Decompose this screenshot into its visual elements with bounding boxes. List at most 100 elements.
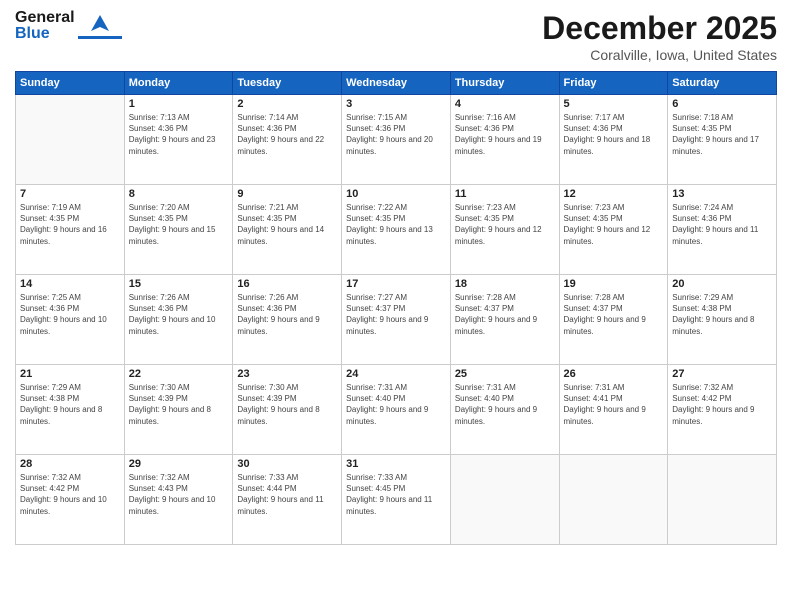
table-row: 17Sunrise: 7:27 AMSunset: 4:37 PMDayligh… [342,275,451,365]
day-info: Sunrise: 7:28 AMSunset: 4:37 PMDaylight:… [564,292,664,337]
table-row: 27 Sunrise: 7:32 AMSunset: 4:42 PMDayligh… [668,365,777,455]
day-number: 25 [455,368,555,380]
table-row: 2 Sunrise: 7:14 AMSunset: 4:36 PMDaylight… [233,95,342,185]
day-number: 7 [20,188,120,200]
table-row: 4Sunrise: 7:16 AMSunset: 4:36 PMDaylight… [450,95,559,185]
table-row: 18Sunrise: 7:28 AMSunset: 4:37 PMDayligh… [450,275,559,365]
page-title: December 2025 [542,10,777,47]
day-number: 31 [346,458,446,470]
day-info: Sunrise: 7:26 AMSunset: 4:36 PMDaylight:… [129,292,229,337]
day-number: 3 [346,98,446,110]
logo-general: General [15,10,75,26]
calendar-table: Sunday Monday Tuesday Wednesday Thursday… [15,71,777,545]
day-info: Sunrise: 7:16 AMSunset: 4:36 PMDaylight:… [455,112,555,157]
table-row [668,455,777,545]
calendar-header-row: Sunday Monday Tuesday Wednesday Thursday… [16,72,777,95]
table-row: 20 Sunrise: 7:29 AMSunset: 4:38 PMDayligh… [668,275,777,365]
day-info: Sunrise: 7:32 AMSunset: 4:42 PMDaylight:… [672,382,772,427]
day-info: Sunrise: 7:29 AMSunset: 4:38 PMDaylight:… [672,292,772,337]
table-row: 11 Sunrise: 7:23 AMSunset: 4:35 PMDayligh… [450,185,559,275]
page-subtitle: Coralville, Iowa, United States [542,47,777,63]
day-number: 2 [237,98,337,110]
day-info: Sunrise: 7:32 AMSunset: 4:42 PMDaylight:… [20,472,120,517]
day-number: 20 [672,278,772,290]
logo-underline [78,36,122,39]
day-number: 16 [237,278,337,290]
logo-text-block: General Blue [15,10,75,42]
day-info: Sunrise: 7:33 AMSunset: 4:44 PMDaylight:… [237,472,337,517]
day-number: 8 [129,188,229,200]
col-wednesday: Wednesday [342,72,451,95]
day-number: 1 [129,98,229,110]
table-row: 10 Sunrise: 7:22 AMSunset: 4:35 PMDayligh… [342,185,451,275]
day-info: Sunrise: 7:30 AMSunset: 4:39 PMDaylight:… [129,382,229,427]
table-row [559,455,668,545]
day-number: 30 [237,458,337,470]
day-info: Sunrise: 7:24 AMSunset: 4:36 PMDaylight:… [672,202,772,247]
table-row: 6 Sunrise: 7:18 AMSunset: 4:35 PMDaylight… [668,95,777,185]
logo: General Blue [15,10,122,42]
calendar-week-row: 28Sunrise: 7:32 AMSunset: 4:42 PMDayligh… [16,455,777,545]
col-friday: Friday [559,72,668,95]
table-row: 15 Sunrise: 7:26 AMSunset: 4:36 PMDayligh… [124,275,233,365]
table-row: 9Sunrise: 7:21 AMSunset: 4:35 PMDaylight… [233,185,342,275]
day-info: Sunrise: 7:30 AMSunset: 4:39 PMDaylight:… [237,382,337,427]
day-info: Sunrise: 7:29 AMSunset: 4:38 PMDaylight:… [20,382,120,427]
table-row: 5Sunrise: 7:17 AMSunset: 4:36 PMDaylight… [559,95,668,185]
table-row: 7 Sunrise: 7:19 AMSunset: 4:35 PMDaylight… [16,185,125,275]
day-info: Sunrise: 7:28 AMSunset: 4:37 PMDaylight:… [455,292,555,337]
table-row: 30 Sunrise: 7:33 AMSunset: 4:44 PMDayligh… [233,455,342,545]
day-number: 10 [346,188,446,200]
day-info: Sunrise: 7:14 AMSunset: 4:36 PMDaylight:… [237,112,337,157]
day-number: 11 [455,188,555,200]
table-row: 25Sunrise: 7:31 AMSunset: 4:40 PMDayligh… [450,365,559,455]
day-number: 27 [672,368,772,380]
table-row: 12 Sunrise: 7:23 AMSunset: 4:35 PMDayligh… [559,185,668,275]
table-row: 13Sunrise: 7:24 AMSunset: 4:36 PMDayligh… [668,185,777,275]
col-saturday: Saturday [668,72,777,95]
table-row: 1Sunrise: 7:13 AMSunset: 4:36 PMDaylight… [124,95,233,185]
table-row: 22 Sunrise: 7:30 AMSunset: 4:39 PMDayligh… [124,365,233,455]
col-sunday: Sunday [16,72,125,95]
calendar-week-row: 14Sunrise: 7:25 AMSunset: 4:36 PMDayligh… [16,275,777,365]
day-info: Sunrise: 7:27 AMSunset: 4:37 PMDaylight:… [346,292,446,337]
table-row: 8 Sunrise: 7:20 AMSunset: 4:35 PMDaylight… [124,185,233,275]
day-info: Sunrise: 7:25 AMSunset: 4:36 PMDaylight:… [20,292,120,337]
day-info: Sunrise: 7:23 AMSunset: 4:35 PMDaylight:… [455,202,555,247]
day-number: 22 [129,368,229,380]
day-number: 12 [564,188,664,200]
col-monday: Monday [124,72,233,95]
col-thursday: Thursday [450,72,559,95]
logo-icon [78,13,122,39]
table-row: 3Sunrise: 7:15 AMSunset: 4:36 PMDaylight… [342,95,451,185]
table-row: 29Sunrise: 7:32 AMSunset: 4:43 PMDayligh… [124,455,233,545]
day-info: Sunrise: 7:23 AMSunset: 4:35 PMDaylight:… [564,202,664,247]
day-info: Sunrise: 7:33 AMSunset: 4:45 PMDaylight:… [346,472,446,517]
logo-svg-icon [89,13,111,35]
day-number: 6 [672,98,772,110]
calendar-week-row: 1Sunrise: 7:13 AMSunset: 4:36 PMDaylight… [16,95,777,185]
calendar-week-row: 21Sunrise: 7:29 AMSunset: 4:38 PMDayligh… [16,365,777,455]
page: General Blue December 2025 Coralville, I… [0,0,792,612]
day-number: 15 [129,278,229,290]
table-row: 21Sunrise: 7:29 AMSunset: 4:38 PMDayligh… [16,365,125,455]
day-info: Sunrise: 7:32 AMSunset: 4:43 PMDaylight:… [129,472,229,517]
day-info: Sunrise: 7:19 AMSunset: 4:35 PMDaylight:… [20,202,120,247]
table-row: 23 Sunrise: 7:30 AMSunset: 4:39 PMDayligh… [233,365,342,455]
day-info: Sunrise: 7:31 AMSunset: 4:41 PMDaylight:… [564,382,664,427]
day-number: 9 [237,188,337,200]
table-row: 26 Sunrise: 7:31 AMSunset: 4:41 PMDayligh… [559,365,668,455]
day-info: Sunrise: 7:20 AMSunset: 4:35 PMDaylight:… [129,202,229,247]
day-info: Sunrise: 7:18 AMSunset: 4:35 PMDaylight:… [672,112,772,157]
table-row: 16 Sunrise: 7:26 AMSunset: 4:36 PMDayligh… [233,275,342,365]
day-info: Sunrise: 7:17 AMSunset: 4:36 PMDaylight:… [564,112,664,157]
table-row: 28Sunrise: 7:32 AMSunset: 4:42 PMDayligh… [16,455,125,545]
day-number: 26 [564,368,664,380]
day-info: Sunrise: 7:22 AMSunset: 4:35 PMDaylight:… [346,202,446,247]
day-number: 23 [237,368,337,380]
table-row: 24Sunrise: 7:31 AMSunset: 4:40 PMDayligh… [342,365,451,455]
day-number: 19 [564,278,664,290]
day-info: Sunrise: 7:26 AMSunset: 4:36 PMDaylight:… [237,292,337,337]
table-row [16,95,125,185]
table-row: 31 Sunrise: 7:33 AMSunset: 4:45 PMDayligh… [342,455,451,545]
